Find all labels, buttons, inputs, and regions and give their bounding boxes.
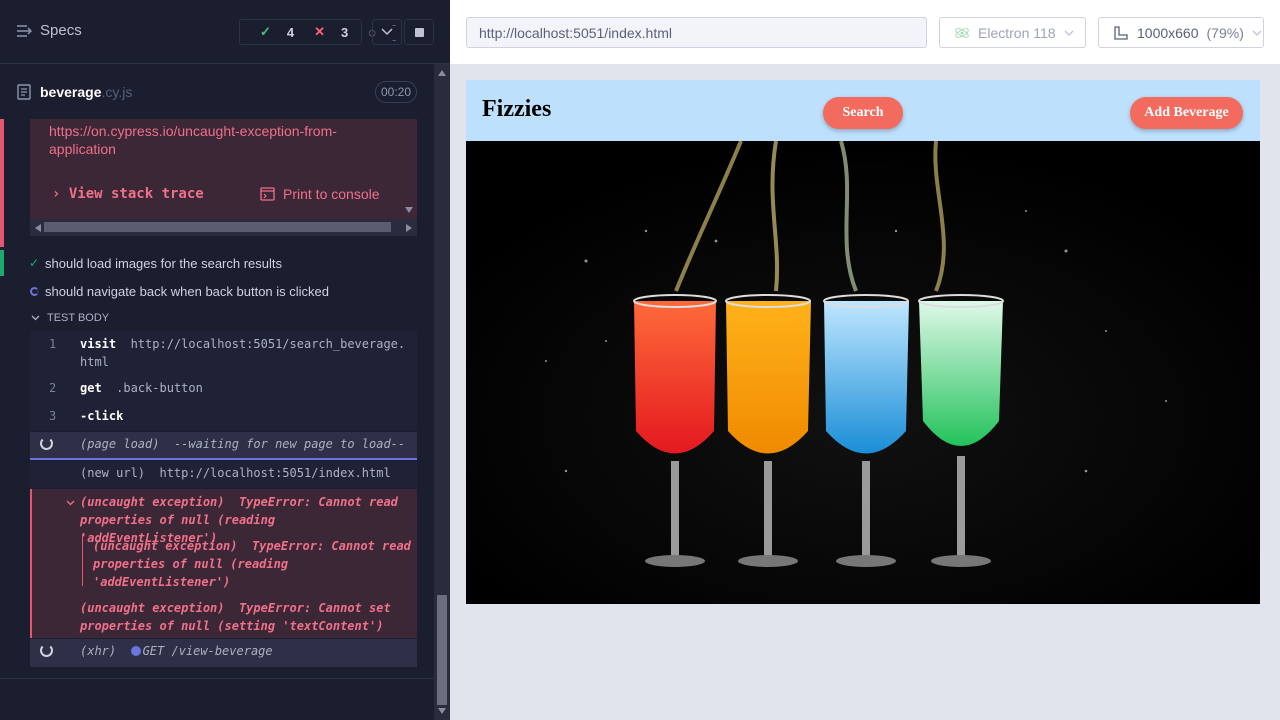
terminal-icon (260, 187, 275, 201)
stop-button[interactable] (404, 19, 434, 45)
test-body-toggle[interactable]: TEST BODY (0, 306, 434, 330)
aut-panel: http://localhost:5051/index.html Electro… (450, 0, 1280, 720)
search-button[interactable]: Search (823, 97, 903, 129)
test-title: should navigate back when back button is… (45, 283, 330, 299)
app-iframe: Fizzies Search Add Beverage (466, 80, 1260, 604)
loading-spinner-icon (40, 437, 53, 450)
command-message: --waiting for new page to load-- (173, 437, 406, 451)
scroll-left-arrow-icon (35, 224, 41, 232)
print-to-console-label: Print to console (283, 186, 380, 202)
exception-item[interactable]: (uncaught exception) TypeError: Cannot s… (80, 599, 400, 635)
exception-name: (uncaught exception) (93, 539, 238, 553)
reporter-scroll-thumb[interactable] (437, 595, 447, 705)
command-number: 1 (49, 337, 57, 351)
uncaught-exceptions-group: (uncaught exception) TypeError: Cannot r… (30, 489, 417, 638)
command-name: get (80, 381, 102, 395)
browser-selector[interactable]: Electron 118 (939, 17, 1086, 48)
add-beverage-button[interactable]: Add Beverage (1130, 97, 1243, 129)
document-icon (17, 84, 31, 100)
reporter-panel: Specs ✓ 4 ✕ 3 ◌ -- beverage.cy.js 00:20 htt… (0, 0, 450, 720)
ruler-icon (1114, 25, 1128, 40)
specs-menu-icon (17, 24, 32, 37)
spec-name: beverage (40, 84, 102, 100)
command-name: (page load) (80, 437, 160, 451)
command-get[interactable]: 2 get .back-button (30, 379, 417, 397)
scroll-down-arrow-icon (438, 708, 446, 714)
loading-spinner-icon (40, 644, 53, 657)
exception-item[interactable]: (uncaught exception) TypeError: Cannot r… (93, 537, 413, 591)
check-icon: ✓ (260, 24, 271, 39)
spec-ext: .cy.js (101, 84, 133, 100)
command-xhr[interactable]: (xhr) GET /view-beverage (30, 639, 417, 667)
aut-toolbar: http://localhost:5051/index.html Electro… (450, 0, 1280, 64)
chevron-down-icon (1064, 30, 1074, 36)
scroll-down-arrow-icon (405, 207, 413, 213)
scroll-right-arrow-icon (406, 224, 412, 232)
command-name: -click (80, 409, 124, 423)
hero-image-cocktail-glasses (466, 141, 1260, 604)
command-visit[interactable]: 1 visit http://localhost:5051/search_bev… (30, 335, 417, 371)
spec-duration: 00:20 (375, 81, 417, 103)
app-title: Fizzies (482, 96, 552, 122)
test-body-label: TEST BODY (47, 312, 110, 324)
chevron-down-icon (31, 315, 40, 321)
test-item-passed[interactable]: ✓ should load images for the search resu… (0, 251, 434, 275)
test-stats: ✓ 4 ✕ 3 ◌ -- (239, 17, 396, 47)
chevron-down-icon (1252, 30, 1262, 36)
chevron-down-icon[interactable] (66, 500, 75, 506)
passed-value: 4 (286, 24, 295, 40)
error-vertical-scrollbar[interactable] (401, 119, 417, 219)
x-icon: ✕ (314, 24, 326, 39)
chevron-down-icon (381, 28, 393, 36)
test-item-running[interactable]: should navigate back when back button is… (0, 279, 434, 303)
exception-name: (uncaught exception) (80, 601, 225, 615)
stop-icon (414, 27, 424, 37)
viewport-scale: (79%) (1206, 24, 1244, 41)
fail-indicator-bar (0, 119, 4, 247)
running-icon (30, 287, 39, 296)
specs-button[interactable]: Specs (16, 22, 82, 39)
command-page-load[interactable]: (page load) --waiting for new page to lo… (30, 432, 417, 460)
command-name: (new url) (80, 466, 146, 480)
error-docs-link[interactable]: https://on.cypress.io/uncaught-exception… (49, 122, 349, 158)
command-click[interactable]: 3 -click (30, 407, 417, 425)
viewport-selector[interactable]: 1000x660 (79%) (1098, 17, 1264, 48)
nested-indicator (82, 534, 83, 586)
print-to-console-button[interactable]: Print to console (260, 186, 380, 202)
command-name: visit (80, 337, 117, 351)
command-arg: .back-button (116, 381, 203, 395)
specs-label: Specs (40, 22, 82, 39)
chevron-right-icon: › (52, 186, 69, 202)
command-name: (xhr) (80, 644, 117, 658)
view-stack-trace-label: View stack trace (68, 186, 204, 202)
command-message: GET /view-beverage (142, 644, 273, 658)
check-icon: ✓ (29, 256, 40, 270)
test-title: should load images for the search result… (45, 255, 283, 271)
failed-value: 3 (341, 24, 349, 40)
command-message: http://localhost:5051/index.html (159, 466, 391, 480)
exception-name: (uncaught exception) (80, 495, 225, 509)
failed-count: ✕ 3 (304, 24, 348, 40)
divider (0, 678, 434, 679)
command-new-url[interactable]: (new url) http://localhost:5051/index.ht… (30, 461, 417, 488)
viewport-size: 1000x660 (1137, 24, 1199, 41)
command-arg: http://localhost:5051/search_beverage.ht… (80, 337, 406, 369)
command-number: 2 (49, 381, 57, 395)
view-stack-trace-button[interactable]: › View stack trace (52, 186, 204, 202)
error-hscroll-thumb[interactable] (44, 222, 391, 232)
url-display[interactable]: http://localhost:5051/index.html (466, 17, 927, 48)
browser-name: Electron 118 (978, 24, 1056, 41)
scroll-up-arrow-icon (438, 70, 446, 76)
electron-icon (955, 27, 969, 38)
app-header: Fizzies Search Add Beverage (466, 80, 1260, 141)
command-number: 3 (49, 409, 57, 423)
xhr-dot-icon (130, 646, 141, 656)
spec-file-name[interactable]: beverage.cy.js (40, 84, 132, 100)
expand-collapse-button[interactable] (372, 19, 402, 45)
passed-count: ✓ 4 (250, 24, 294, 40)
reporter-topbar: Specs ✓ 4 ✕ 3 ◌ -- (0, 0, 450, 64)
